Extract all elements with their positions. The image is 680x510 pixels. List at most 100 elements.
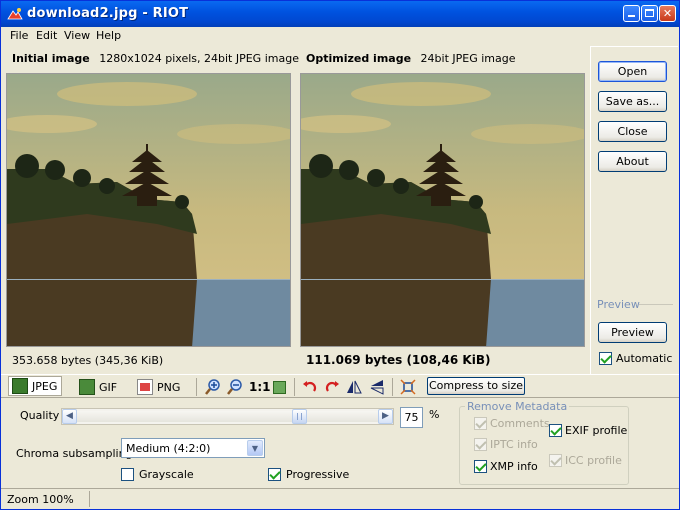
about-button[interactable]: About: [598, 151, 667, 172]
grayscale-label: Grayscale: [139, 468, 194, 481]
menu-edit[interactable]: Edit: [36, 29, 57, 42]
optimized-image-view[interactable]: [300, 73, 585, 347]
slider-track[interactable]: [77, 411, 379, 422]
exif-option[interactable]: EXIF profile: [549, 424, 627, 437]
icc-option: ICC profile: [549, 454, 622, 467]
jpeg-tab[interactable]: JPEG: [8, 376, 62, 396]
toolbar-separator: [196, 378, 197, 396]
preview-button[interactable]: Preview: [598, 322, 667, 343]
initial-image-label: Initial image: [12, 52, 90, 65]
initial-image-view[interactable]: [6, 73, 291, 347]
icc-label: ICC profile: [565, 454, 622, 467]
flip-vertical-icon: [370, 380, 384, 395]
crop-button[interactable]: [400, 378, 416, 396]
comments-checkbox: [474, 417, 487, 430]
maximize-icon: [645, 9, 654, 17]
menu-bar: File Edit View Help: [1, 27, 679, 45]
compress-to-size-button[interactable]: Compress to size: [427, 377, 525, 395]
automatic-checkbox[interactable]: [599, 352, 612, 365]
quality-slider[interactable]: ◀ ▶: [61, 408, 394, 425]
comments-option: Comments: [474, 417, 550, 430]
toolbar-separator: [392, 378, 393, 396]
status-bar: Zoom 100%: [1, 488, 679, 509]
flip-vertical-button[interactable]: [369, 378, 385, 396]
progressive-checkbox[interactable]: [268, 468, 281, 481]
png-format-icon: [137, 379, 153, 395]
close-window-button[interactable]: ✕: [659, 5, 676, 22]
menu-help[interactable]: Help: [96, 29, 121, 42]
rotate-right-button[interactable]: [324, 378, 340, 396]
menu-view[interactable]: View: [64, 29, 90, 42]
preview-group-divider: [639, 304, 673, 305]
jpeg-format-icon: [12, 378, 28, 394]
iptc-checkbox: [474, 438, 487, 451]
quality-label: Quality: [20, 409, 60, 422]
initial-landscape-image: [7, 74, 290, 346]
save-as-button[interactable]: Save as...: [598, 91, 667, 112]
gif-format-icon: [79, 379, 95, 395]
rotate-left-icon: [303, 381, 317, 392]
quality-value-input[interactable]: 75: [400, 407, 423, 428]
chroma-selected-value: Medium (4:2:0): [126, 442, 211, 455]
maximize-button[interactable]: [641, 5, 658, 22]
xmp-option[interactable]: XMP info: [474, 460, 538, 473]
close-button[interactable]: Close: [598, 121, 667, 142]
iptc-label: IPTC info: [490, 438, 538, 451]
zoom-status: Zoom 100%: [7, 493, 74, 506]
xmp-label: XMP info: [490, 460, 538, 473]
flip-horizontal-icon: [347, 380, 362, 394]
progressive-label: Progressive: [286, 468, 350, 481]
slider-left-arrow[interactable]: ◀: [62, 409, 77, 424]
xmp-checkbox[interactable]: [474, 460, 487, 473]
initial-image-header: Initial image 1280x1024 pixels, 24bit JP…: [12, 52, 299, 65]
riot-window: download2.jpg - RIOT ✕ File Edit View He…: [0, 0, 680, 510]
slider-grip-icon: [297, 413, 302, 420]
rotate-left-button[interactable]: [302, 378, 318, 396]
fit-window-icon: [273, 380, 286, 394]
slider-right-arrow[interactable]: ▶: [378, 409, 393, 424]
quality-percent-label: %: [429, 408, 440, 421]
optimized-image-info: 24bit JPEG image: [420, 52, 516, 65]
minimize-button[interactable]: [623, 5, 640, 22]
slider-thumb[interactable]: [292, 409, 307, 424]
icc-checkbox: [549, 454, 562, 467]
remove-metadata-label: Remove Metadata: [465, 400, 570, 413]
optimized-landscape-image: [301, 74, 584, 346]
automatic-label: Automatic: [616, 352, 673, 365]
zoom-in-button[interactable]: [205, 378, 221, 396]
action-sidebar: Open Save as... Close About Preview Prev…: [590, 46, 678, 374]
actual-size-button[interactable]: 1:1: [249, 378, 271, 396]
minimize-icon: [628, 15, 635, 17]
png-label: PNG: [157, 380, 181, 394]
open-button[interactable]: Open: [598, 61, 667, 82]
grayscale-option[interactable]: Grayscale: [121, 468, 194, 481]
zoom-in-icon: [205, 379, 220, 395]
png-tab[interactable]: PNG: [137, 378, 180, 396]
preview-group-label: Preview: [597, 298, 640, 311]
automatic-option[interactable]: Automatic: [599, 352, 672, 365]
fit-window-button[interactable]: [273, 378, 286, 396]
comments-label: Comments: [490, 417, 550, 430]
exif-checkbox[interactable]: [549, 424, 562, 437]
chroma-subsampling-label: Chroma subsampling: [16, 447, 133, 460]
format-toolbar: JPEG GIF PNG 1:1 Compress to size: [1, 374, 679, 398]
gif-tab[interactable]: GIF: [79, 378, 117, 396]
chroma-subsampling-select[interactable]: Medium (4:2:0) ▼: [121, 438, 265, 458]
chevron-down-icon[interactable]: ▼: [247, 440, 263, 456]
zoom-out-button[interactable]: [227, 378, 243, 396]
gif-label: GIF: [99, 380, 118, 394]
exif-label: EXIF profile: [565, 424, 628, 437]
progressive-option[interactable]: Progressive: [268, 468, 349, 481]
rotate-right-icon: [325, 381, 339, 392]
jpeg-label: JPEG: [32, 379, 58, 393]
optimized-size: 111.069 bytes (108,46 KiB): [306, 353, 491, 367]
grayscale-checkbox[interactable]: [121, 468, 134, 481]
window-title: download2.jpg - RIOT: [27, 6, 189, 21]
status-separator: [89, 491, 90, 507]
close-icon: ✕: [662, 7, 673, 20]
riot-app-icon: [7, 8, 23, 20]
flip-horizontal-button[interactable]: [346, 378, 362, 396]
title-bar[interactable]: download2.jpg - RIOT ✕: [1, 1, 679, 27]
initial-size: 353.658 bytes (345,36 KiB): [12, 354, 164, 367]
menu-file[interactable]: File: [10, 29, 28, 42]
